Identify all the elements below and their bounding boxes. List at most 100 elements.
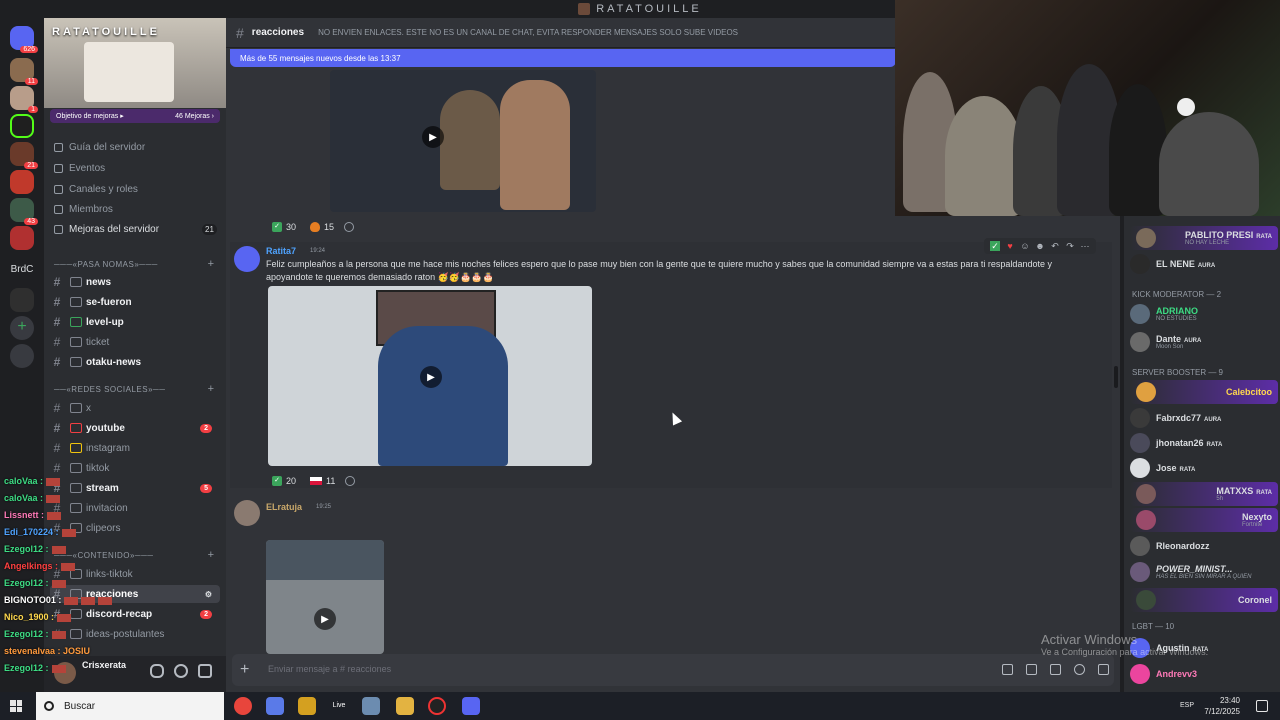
menu-server-guide[interactable]: Guía del servidor — [54, 142, 145, 153]
member-item[interactable]: ADRIANO NO ESTUDIES — [1130, 302, 1278, 326]
explore-icon[interactable] — [10, 344, 34, 368]
category-contenido[interactable]: ───«CONTENIDO»─── — [54, 551, 153, 560]
add-channel-icon[interactable]: + — [208, 258, 214, 270]
reply-icon[interactable]: ↶ — [1050, 241, 1060, 251]
reaction-flag[interactable]: 11 — [306, 473, 339, 489]
message-author[interactable]: ELratuja — [266, 502, 302, 512]
add-reaction-icon[interactable] — [345, 476, 356, 486]
member-item[interactable]: POWER_MINIST... HAS EL BIEN SIN MIRAR A Q… — [1130, 560, 1278, 584]
apps-icon[interactable] — [1098, 664, 1109, 675]
channel-tiktok[interactable]: # tiktok — [50, 459, 220, 477]
clock[interactable]: 23:40 7/12/2025 — [1204, 695, 1240, 717]
server-icon[interactable] — [10, 288, 34, 312]
add-reaction-icon[interactable] — [344, 222, 355, 232]
add-channel-icon[interactable]: + — [208, 383, 214, 395]
gear-icon[interactable] — [198, 664, 212, 678]
add-channel-icon[interactable]: + — [208, 549, 214, 561]
channel-news[interactable]: # news — [50, 273, 220, 291]
server-banner[interactable]: RATATOUILLE — [44, 18, 226, 108]
member-item[interactable]: Calebcitoo — [1130, 380, 1278, 404]
member-item[interactable]: PABLITO PRESI RATA NO HAY LECHE — [1130, 226, 1278, 250]
channel-invitacion[interactable]: # invitacion — [50, 499, 220, 517]
channel-level-up[interactable]: # level-up — [50, 313, 220, 331]
microphone-icon[interactable] — [150, 664, 164, 678]
server-icon[interactable]: 11 — [10, 58, 38, 85]
play-icon[interactable]: ▶ — [420, 366, 442, 388]
live-app-icon[interactable]: Live — [330, 697, 348, 715]
username[interactable]: Crisxerata — [82, 660, 126, 670]
taskbar-search[interactable]: Buscar — [36, 692, 224, 720]
reaction-check[interactable]: ✓ 30 — [268, 219, 300, 235]
avatar[interactable] — [234, 246, 260, 272]
add-server-icon[interactable]: + — [10, 316, 34, 340]
folder-icon[interactable] — [396, 697, 414, 715]
discord-home-icon[interactable]: 626 — [10, 26, 38, 53]
more-icon[interactable]: ⋯ — [1080, 241, 1090, 251]
reaction-fire[interactable]: 15 — [306, 219, 338, 235]
gif-icon[interactable] — [1026, 664, 1037, 675]
check-icon[interactable]: ✓ — [990, 241, 1000, 251]
channel-reacciones[interactable]: # reacciones ⚙ — [50, 585, 220, 603]
heart-icon[interactable]: ♥ — [1005, 241, 1015, 251]
channel-ticket[interactable]: # ticket — [50, 333, 220, 351]
channel-topic[interactable]: NO ENVIEN ENLACES. ESTE NO ES UN CANAL D… — [318, 28, 738, 37]
gift-icon[interactable] — [1002, 664, 1013, 675]
channel-clipeors[interactable]: # clipeors — [50, 519, 220, 537]
channel-x[interactable]: # x — [50, 399, 220, 417]
member-item[interactable]: Nexyto Fortnite — [1130, 508, 1278, 532]
member-item[interactable]: Coronel — [1130, 588, 1278, 612]
reaction-check[interactable]: ✓ 20 — [268, 473, 300, 489]
copilot-icon[interactable] — [266, 697, 284, 715]
scrollbar-thumb[interactable] — [1114, 366, 1118, 388]
channel-youtube[interactable]: # youtube 2 — [50, 419, 220, 437]
channel-se-fueron[interactable]: # se-fueron — [50, 293, 220, 311]
member-item[interactable]: Fabrxdc77 AURA — [1130, 406, 1278, 430]
play-icon[interactable]: ▶ — [422, 126, 444, 148]
windows-start-icon[interactable] — [10, 700, 22, 712]
headphones-icon[interactable] — [174, 664, 188, 678]
server-name[interactable]: RATATOUILLE — [52, 26, 160, 38]
discord-taskbar-icon[interactable] — [462, 697, 480, 715]
forward-icon[interactable]: ↷ — [1065, 241, 1075, 251]
avatar[interactable] — [234, 500, 260, 526]
server-icon[interactable]: 21 — [10, 142, 38, 169]
channel-instagram[interactable]: # instagram — [50, 439, 220, 457]
channel-otaku-news[interactable]: # otaku-news — [50, 353, 220, 371]
server-icon[interactable]: 43 — [10, 198, 38, 225]
channel-discord-recap[interactable]: # discord-recap 2 — [50, 605, 220, 623]
composer-placeholder[interactable]: Enviar mensaje a # reacciones — [268, 664, 391, 674]
channel-settings-icon[interactable]: ⚙ — [205, 590, 212, 599]
member-item[interactable]: Dante AURA Moon Son — [1130, 330, 1278, 354]
member-item[interactable]: MATXXS RATA 5h — [1130, 482, 1278, 506]
channel-ideas-postulantes[interactable]: # ideas-postulantes — [50, 625, 220, 643]
obs-icon[interactable] — [428, 697, 446, 715]
member-item[interactable]: Rleonardozz — [1130, 534, 1278, 558]
channel-links-tiktok[interactable]: # links-tiktok — [50, 565, 220, 583]
boost-goal-bar[interactable]: Objetivo de mejoras ▸ 46 Mejoras › — [50, 109, 220, 123]
video-attachment[interactable]: ▶ — [266, 540, 384, 654]
app-icon[interactable] — [298, 697, 316, 715]
menu-events[interactable]: Eventos — [54, 163, 105, 174]
video-attachment[interactable]: ▶ — [330, 70, 596, 212]
server-icon[interactable] — [10, 226, 34, 250]
member-item[interactable]: EL NENE AURA — [1130, 252, 1278, 276]
server-icon[interactable]: 1 — [10, 86, 38, 113]
category-pasa-nomas[interactable]: ───«PASA NOMAS»─── — [54, 260, 158, 269]
menu-members[interactable]: Miembros — [54, 204, 113, 215]
avatar[interactable] — [54, 662, 76, 684]
channel-stream[interactable]: # stream 5 — [50, 479, 220, 497]
menu-channels-roles[interactable]: Canales y roles — [54, 184, 138, 195]
member-item[interactable]: Jose RATA — [1130, 456, 1278, 480]
add-reaction-icon[interactable]: ☻ — [1035, 241, 1045, 251]
chrome-icon[interactable] — [234, 697, 252, 715]
member-item[interactable]: jhonatan26 RATA — [1130, 431, 1278, 455]
emoji-icon[interactable] — [1074, 664, 1085, 675]
attach-plus-icon[interactable]: + — [240, 661, 249, 679]
message-composer[interactable]: + Enviar mensaje a # reacciones — [232, 654, 1114, 686]
server-folder-label[interactable]: BrdC — [2, 264, 42, 275]
emoji-icon[interactable]: ☺ — [1020, 241, 1030, 251]
kick-server-icon[interactable] — [10, 114, 34, 138]
sticker-icon[interactable] — [1050, 664, 1061, 675]
category-redes-sociales[interactable]: ──«REDES SOCIALES»── — [54, 385, 165, 394]
play-icon[interactable]: ▶ — [314, 608, 336, 630]
